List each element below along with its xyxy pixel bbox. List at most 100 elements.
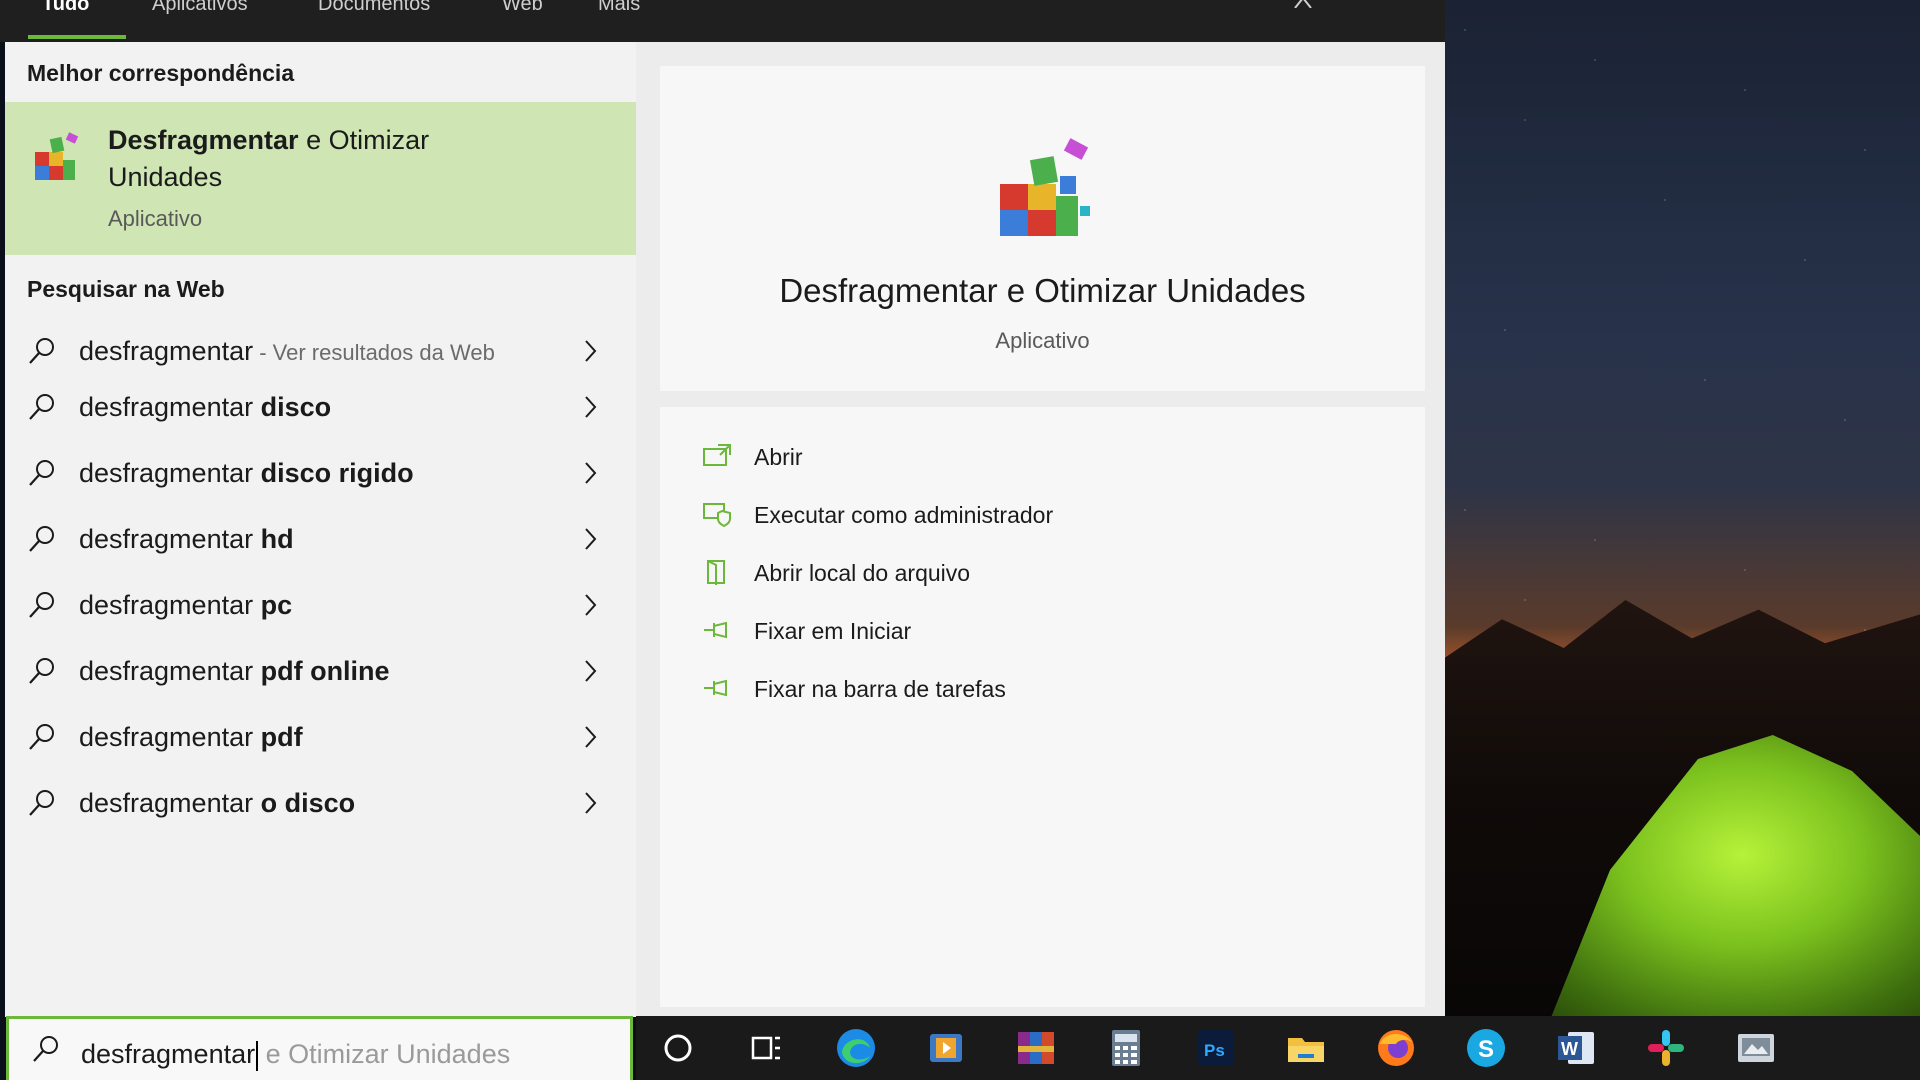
preview-actions-list: Abrir Executar como administrador Abrir … bbox=[660, 407, 1425, 1007]
web-result-prefix: desfragmentar bbox=[79, 458, 261, 488]
web-result-row[interactable]: desfragmentar o disco bbox=[5, 776, 636, 830]
word-icon[interactable]: W bbox=[1554, 1026, 1598, 1070]
run-as-admin-icon bbox=[703, 503, 731, 527]
web-result-bold: disco bbox=[260, 392, 332, 422]
task-view-icon[interactable] bbox=[744, 1026, 788, 1070]
best-match-item[interactable]: Desfragmentar e Otimizar Unidades Aplicat… bbox=[5, 102, 636, 255]
web-result-text: desfragmentar pdf online bbox=[79, 656, 390, 687]
web-result-row[interactable]: desfragmentar pdf online bbox=[5, 644, 636, 698]
preview-subtitle: Aplicativo bbox=[995, 328, 1090, 353]
web-result-text: desfragmentar o disco bbox=[79, 788, 355, 819]
web-result-prefix: desfragmentar bbox=[79, 788, 261, 818]
web-result-bold: o disco bbox=[260, 788, 356, 818]
best-match-subtitle: Aplicativo bbox=[108, 206, 203, 231]
chevron-right-icon[interactable] bbox=[583, 338, 599, 364]
best-match-title-rest: e Otimizar bbox=[298, 125, 430, 155]
defrag-app-icon bbox=[35, 132, 79, 180]
edge-icon[interactable] bbox=[834, 1026, 878, 1070]
preview-card: Desfragmentar e Otimizar Unidades Aplica… bbox=[660, 66, 1425, 391]
web-result-row[interactable]: desfragmentar hd bbox=[5, 512, 636, 566]
preview-title: Desfragmentar e Otimizar Unidades bbox=[779, 272, 1306, 309]
web-result-text: desfragmentar pdf bbox=[79, 722, 303, 753]
web-result-prefix: desfragmentar bbox=[79, 524, 261, 554]
best-match-title: Desfragmentar e Otimizar Unidades bbox=[108, 122, 558, 196]
search-scope-tabs: Tudo Aplicativos Documentos Web Mais bbox=[0, 0, 1445, 42]
chevron-right-icon[interactable] bbox=[583, 592, 599, 618]
web-result-bold: disco rigido bbox=[260, 458, 414, 488]
action-open-file-location[interactable]: Abrir local do arquivo bbox=[660, 547, 1425, 597]
web-result-row[interactable]: desfragmentar disco bbox=[5, 380, 636, 434]
search-icon bbox=[33, 1036, 58, 1062]
chevron-right-icon[interactable] bbox=[583, 460, 599, 486]
web-result-prefix: desfragmentar bbox=[79, 656, 261, 686]
search-icon bbox=[29, 394, 54, 420]
web-result-bold: pdf bbox=[260, 722, 303, 752]
tab-documentos[interactable]: Documentos bbox=[318, 0, 430, 24]
tab-mais[interactable]: Mais bbox=[598, 0, 640, 24]
slack-icon[interactable] bbox=[1644, 1026, 1688, 1070]
svg-text:Ps: Ps bbox=[1204, 1041, 1225, 1060]
media-player-icon[interactable] bbox=[924, 1026, 968, 1070]
results-panel: Melhor correspondência Desfragmentar e O… bbox=[5, 42, 636, 1017]
file-explorer-icon[interactable] bbox=[1284, 1026, 1328, 1070]
pin-to-taskbar-icon bbox=[704, 679, 727, 697]
photoshop-icon[interactable]: Ps bbox=[1194, 1026, 1238, 1070]
chevron-right-icon[interactable] bbox=[583, 724, 599, 750]
cortana-icon[interactable] bbox=[656, 1026, 700, 1070]
web-result-prefix: desfragmentar bbox=[79, 392, 261, 422]
tab-aplicativos[interactable]: Aplicativos bbox=[152, 0, 248, 24]
skype-icon[interactable]: S bbox=[1464, 1026, 1508, 1070]
search-suggestion: e Otimizar Unidades bbox=[265, 1039, 511, 1069]
calculator-icon[interactable] bbox=[1104, 1026, 1148, 1070]
web-result-text: desfragmentar pc bbox=[79, 590, 292, 621]
web-result-text: desfragmentar hd bbox=[79, 524, 294, 555]
web-result-bold: pdf online bbox=[260, 656, 390, 686]
svg-text:S: S bbox=[1478, 1036, 1494, 1063]
action-label: Fixar na barra de tarefas bbox=[754, 676, 1006, 702]
chevron-right-icon[interactable] bbox=[583, 394, 599, 420]
taskbar: Ps S W bbox=[636, 1016, 1920, 1080]
action-run-as-admin[interactable]: Executar como administrador bbox=[660, 489, 1425, 539]
search-icon bbox=[29, 338, 54, 364]
firefox-icon[interactable] bbox=[1374, 1026, 1418, 1070]
web-result-bold: hd bbox=[260, 524, 294, 554]
text-caret bbox=[256, 1040, 259, 1071]
tab-tudo[interactable]: Tudo bbox=[42, 0, 89, 24]
svg-text:W: W bbox=[1561, 1039, 1578, 1059]
chevron-right-icon[interactable] bbox=[583, 790, 599, 816]
action-label: Fixar em Iniciar bbox=[754, 618, 912, 644]
search-box[interactable]: desfragmentar e Otimizar Unidades bbox=[6, 1016, 633, 1080]
web-result-prefix: desfragmentar bbox=[79, 590, 261, 620]
best-match-title-line2: Unidades bbox=[108, 162, 223, 192]
web-result-hint: - Ver resultados da Web bbox=[253, 340, 495, 365]
web-result-row[interactable]: desfragmentar pc bbox=[5, 578, 636, 632]
action-pin-to-start[interactable]: Fixar em Iniciar bbox=[660, 605, 1425, 655]
search-icon bbox=[29, 724, 54, 750]
misc-app-icon[interactable] bbox=[1734, 1026, 1778, 1070]
open-file-location-icon bbox=[707, 560, 725, 585]
action-label: Abrir local do arquivo bbox=[754, 560, 971, 586]
web-result-prefix: desfragmentar bbox=[79, 722, 261, 752]
defrag-app-icon-large bbox=[1000, 138, 1090, 236]
chevron-right-icon[interactable] bbox=[583, 526, 599, 552]
search-typed-text: desfragmentar bbox=[81, 1039, 256, 1069]
search-input[interactable]: desfragmentar e Otimizar Unidades bbox=[81, 1039, 510, 1071]
web-result-row[interactable]: desfragmentar pdf bbox=[5, 710, 636, 764]
chevron-right-icon[interactable] bbox=[583, 658, 599, 684]
winrar-icon[interactable] bbox=[1014, 1026, 1058, 1070]
action-open[interactable]: Abrir bbox=[660, 431, 1425, 481]
tab-web[interactable]: Web bbox=[502, 0, 543, 24]
action-label: Executar como administrador bbox=[754, 502, 1054, 528]
search-icon bbox=[29, 592, 54, 618]
search-icon bbox=[29, 526, 54, 552]
open-icon bbox=[703, 444, 731, 466]
web-result-bold: pc bbox=[260, 590, 293, 620]
best-match-title-bold: Desfragmentar bbox=[108, 125, 299, 155]
feedback-icon[interactable] bbox=[1292, 0, 1314, 8]
web-result-row[interactable]: desfragmentar - Ver resultados da Web bbox=[5, 324, 636, 378]
search-icon bbox=[29, 658, 54, 684]
web-result-prefix: desfragmentar bbox=[79, 336, 254, 366]
web-result-row[interactable]: desfragmentar disco rigido bbox=[5, 446, 636, 500]
web-result-text: desfragmentar disco bbox=[79, 392, 331, 423]
action-pin-to-taskbar[interactable]: Fixar na barra de tarefas bbox=[660, 663, 1425, 713]
